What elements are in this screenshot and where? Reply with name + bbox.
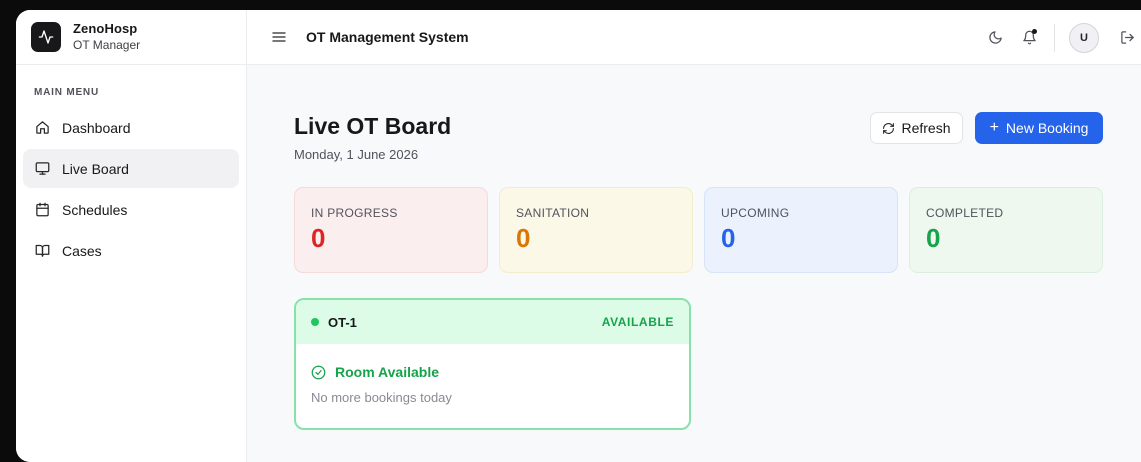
menu-section-title: MAIN MENU xyxy=(34,87,99,98)
sidebar-item-dashboard[interactable]: Dashboard xyxy=(23,108,239,147)
sidebar: ZenoHosp OT Manager MAIN MENU Dashboard … xyxy=(16,10,247,462)
topbar: OT Management System U xyxy=(247,10,1141,65)
sidebar-item-live-board[interactable]: Live Board xyxy=(23,149,239,188)
app-window: ZenoHosp OT Manager MAIN MENU Dashboard … xyxy=(16,10,1141,462)
stat-card-in-progress: IN PROGRESS 0 xyxy=(294,187,488,273)
stat-value: 0 xyxy=(311,223,326,253)
check-circle-icon xyxy=(311,365,326,379)
menu-icon[interactable] xyxy=(271,29,287,45)
notification-dot xyxy=(1032,28,1037,34)
stat-value: 0 xyxy=(926,223,941,253)
stat-card-completed: COMPLETED 0 xyxy=(909,187,1103,273)
app-title: OT Management System xyxy=(306,29,469,45)
bell-icon[interactable] xyxy=(1019,28,1039,48)
new-booking-button[interactable]: + New Booking xyxy=(975,112,1103,144)
stat-label: UPCOMING xyxy=(721,206,790,220)
sidebar-item-schedules[interactable]: Schedules xyxy=(23,190,239,229)
monitor-icon xyxy=(35,162,50,175)
room-available-label: Room Available xyxy=(335,364,439,380)
calendar-icon xyxy=(36,202,49,217)
status-badge: AVAILABLE xyxy=(601,315,674,329)
home-icon xyxy=(36,121,49,134)
divider xyxy=(1054,23,1055,52)
sidebar-item-label: Dashboard xyxy=(62,119,131,136)
avatar[interactable]: U xyxy=(1069,22,1099,53)
stat-label: IN PROGRESS xyxy=(311,206,398,220)
moon-icon[interactable] xyxy=(985,28,1005,48)
ot-card-body: Room Available No more bookings today xyxy=(296,344,689,405)
sidebar-item-label: Live Board xyxy=(62,160,129,177)
ot-room-card[interactable]: OT-1 AVAILABLE Room Available No more bo… xyxy=(294,298,691,430)
brand-header: ZenoHosp OT Manager xyxy=(16,10,246,65)
ot-card-header: OT-1 AVAILABLE xyxy=(296,300,689,344)
stat-card-sanitation: SANITATION 0 xyxy=(499,187,693,273)
ot-room-note: No more bookings today xyxy=(311,390,452,405)
stat-label: COMPLETED xyxy=(926,206,1004,220)
stat-value: 0 xyxy=(516,223,531,253)
page-date: Monday, 1 June 2026 xyxy=(294,147,419,162)
new-booking-label: New Booking xyxy=(1005,120,1089,136)
ot-room-name: OT-1 xyxy=(328,314,357,330)
stat-label: SANITATION xyxy=(516,206,590,220)
sidebar-item-label: Cases xyxy=(62,242,102,259)
status-dot xyxy=(311,318,319,326)
plus-icon: + xyxy=(989,119,999,136)
sidebar-item-cases[interactable]: Cases xyxy=(23,231,239,270)
page-title: Live OT Board xyxy=(294,113,452,139)
refresh-label: Refresh xyxy=(901,120,951,136)
brand-subtitle: OT Manager xyxy=(73,37,141,52)
refresh-icon xyxy=(883,122,895,134)
activity-icon xyxy=(31,22,61,52)
brand-name: ZenoHosp xyxy=(73,21,138,37)
main-menu: Dashboard Live Board Schedules Cases xyxy=(16,108,246,270)
sidebar-item-label: Schedules xyxy=(62,201,128,218)
logout-icon[interactable] xyxy=(1117,28,1137,48)
refresh-button[interactable]: Refresh xyxy=(870,112,963,144)
stat-value: 0 xyxy=(721,223,736,253)
book-open-icon xyxy=(35,244,50,257)
main-content: OT Management System U Live OT Board Mon… xyxy=(247,10,1141,462)
stat-card-upcoming: UPCOMING 0 xyxy=(704,187,898,273)
